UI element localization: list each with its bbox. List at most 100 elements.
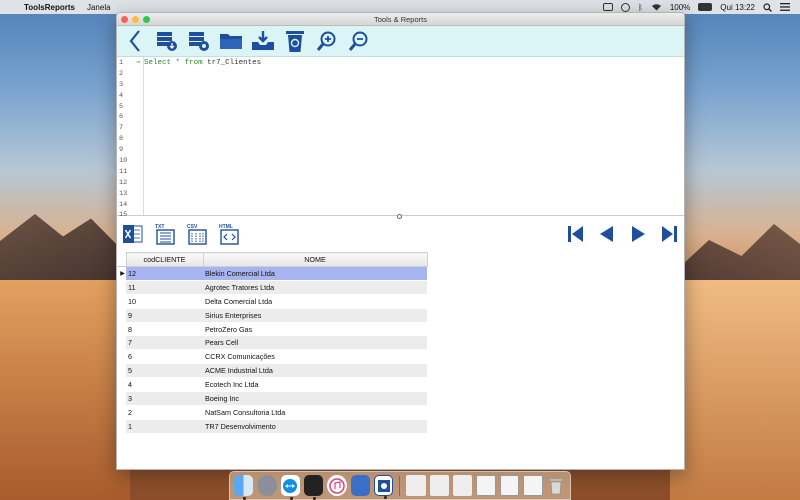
search-icon[interactable] — [763, 2, 772, 12]
column-header-codcliente[interactable]: codCLIENTE — [125, 252, 204, 267]
recycle-button[interactable] — [283, 29, 307, 53]
last-record-button[interactable] — [658, 223, 680, 245]
finder-icon[interactable] — [234, 475, 254, 500]
database-download-button[interactable] — [155, 29, 179, 53]
previous-record-button[interactable] — [596, 223, 618, 245]
code-line[interactable]: ⇒ Select * from tr7_Clientes — [136, 58, 684, 69]
table-row[interactable]: 3 Boeing Inc — [117, 391, 427, 406]
cell-cod[interactable]: 8 — [126, 322, 203, 337]
cell-nome[interactable]: Boeing Inc — [203, 391, 427, 406]
splitter-handle[interactable] — [397, 214, 402, 219]
export-toolbar: TXT CSV HTML — [117, 216, 684, 252]
table-row[interactable]: 11 Agrotec Tratores Ltda — [117, 280, 427, 295]
line-number: 2 — [119, 69, 124, 78]
open-folder-button[interactable] — [219, 29, 243, 53]
minimized-window-icon[interactable] — [476, 475, 496, 496]
cell-cod[interactable]: 3 — [126, 391, 203, 406]
xcode-icon[interactable] — [350, 475, 370, 496]
toolsreports-app-icon[interactable] — [373, 475, 394, 499]
cell-cod[interactable]: 11 — [126, 280, 203, 295]
app-menu[interactable]: ToolsReports — [24, 3, 75, 12]
menu-list-icon[interactable] — [780, 3, 790, 11]
terminal-icon[interactable] — [303, 475, 324, 500]
minimized-window-icon[interactable] — [523, 475, 543, 496]
itunes-icon[interactable] — [327, 475, 347, 496]
results-grid[interactable]: codCLIENTE NOME ▶ 12 Blekin Comercial Ltda… — [117, 252, 684, 434]
save-download-button[interactable] — [251, 29, 275, 53]
cell-nome[interactable]: Ecotech Inc Ltda — [203, 377, 427, 393]
cell-nome[interactable]: Sirius Enterprises — [203, 308, 427, 323]
server-download-icon — [157, 32, 177, 51]
bluetooth-icon[interactable]: ᛒ — [638, 3, 643, 12]
minimize-window-button[interactable] — [132, 16, 139, 23]
table-row[interactable]: 10 Delta Comercial Ltda — [117, 294, 427, 309]
code-area[interactable]: ⇒ Select * from tr7_Clientes — [136, 57, 684, 215]
export-csv-button[interactable]: CSV — [185, 222, 209, 246]
teamviewer-icon[interactable] — [280, 475, 300, 500]
sql-star: * — [175, 59, 181, 67]
server-gear-icon — [189, 32, 209, 51]
cell-cod[interactable]: 1 — [126, 419, 203, 434]
export-txt-button[interactable]: TXT — [153, 222, 177, 246]
menu-janela[interactable]: Janela — [87, 3, 111, 12]
table-row[interactable]: ▶ 12 Blekin Comercial Ltda — [117, 266, 427, 281]
trash-icon[interactable] — [547, 475, 566, 496]
line-number: 9 — [119, 146, 124, 155]
table-row[interactable]: 4 Ecotech Inc Ltda — [117, 377, 427, 393]
next-record-button[interactable] — [627, 223, 649, 245]
row-indicator-header — [117, 252, 127, 267]
cell-cod[interactable]: 6 — [126, 349, 203, 365]
cell-cod[interactable]: 2 — [126, 405, 203, 420]
first-record-button[interactable] — [565, 223, 587, 245]
excel-icon — [123, 225, 143, 243]
cell-cod[interactable]: 7 — [126, 335, 203, 351]
sql-editor[interactable]: 1 2 3 4 5 6 7 8 9 10 11 12 13 14 15 ⇒ Se… — [117, 57, 684, 219]
table-row[interactable]: 6 CCRX Comunicações — [117, 349, 427, 365]
cell-cod[interactable]: 5 — [126, 363, 203, 379]
launchpad-icon[interactable] — [257, 475, 277, 496]
cell-cod[interactable]: 9 — [126, 308, 203, 323]
export-excel-button[interactable] — [121, 222, 145, 246]
column-header-nome[interactable]: NOME — [202, 252, 428, 267]
cell-nome[interactable]: TR7 Desenvolvimento — [203, 419, 427, 434]
table-row[interactable]: 9 Sirius Enterprises — [117, 308, 427, 323]
cell-nome[interactable]: PetroZero Gas — [203, 322, 427, 337]
time-machine-icon[interactable] — [621, 2, 631, 12]
cell-nome[interactable]: Blekin Comercial Ltda — [203, 266, 427, 281]
folder-icon — [220, 34, 242, 49]
zoom-out-button[interactable] — [347, 29, 371, 53]
minimized-window-icon[interactable] — [499, 475, 520, 496]
cell-cod[interactable]: 12 — [126, 266, 203, 281]
sql-keyword: from — [184, 59, 203, 67]
cell-nome[interactable]: Delta Comercial Ltda — [203, 294, 427, 309]
table-row[interactable]: 8 PetroZero Gas — [117, 322, 427, 337]
table-row[interactable]: 5 ACME Industrial Ltda — [117, 363, 427, 379]
cell-nome[interactable]: Agrotec Tratores Ltda — [203, 280, 427, 295]
menubar-clock[interactable]: Qui 13:22 — [720, 3, 755, 12]
cell-cod[interactable]: 10 — [126, 294, 203, 309]
minimized-window-icon[interactable] — [452, 475, 473, 496]
zoom-in-button[interactable] — [315, 29, 339, 53]
cell-nome[interactable]: NatSam Consultoria Ltda — [203, 405, 427, 420]
table-row[interactable]: 2 NatSam Consultoria Ltda — [117, 405, 427, 420]
teamviewer-status-icon[interactable] — [603, 3, 614, 11]
table-row[interactable]: 1 TR7 Desenvolvimento — [117, 419, 427, 434]
cell-nome[interactable]: CCRX Comunicações — [203, 349, 427, 365]
cell-cod[interactable]: 4 — [126, 377, 203, 393]
cell-nome[interactable]: ACME Industrial Ltda — [203, 363, 427, 379]
cell-nome[interactable]: Pears Cell — [203, 335, 427, 351]
database-settings-button[interactable] — [187, 29, 211, 53]
export-html-button[interactable]: HTML — [217, 222, 241, 246]
minimized-window-icon[interactable] — [429, 475, 449, 496]
zoom-window-button[interactable] — [143, 16, 150, 23]
table-row[interactable]: 7 Pears Cell — [117, 335, 427, 351]
main-toolbar — [117, 26, 684, 57]
chevron-left-icon — [129, 30, 140, 52]
close-window-button[interactable] — [121, 16, 128, 23]
recycle-bin-icon — [286, 31, 304, 52]
wifi-icon[interactable] — [651, 3, 662, 11]
back-button[interactable] — [123, 29, 147, 53]
txt-label: TXT — [155, 224, 164, 230]
battery-icon[interactable] — [698, 3, 713, 11]
minimized-window-icon[interactable] — [406, 475, 426, 496]
